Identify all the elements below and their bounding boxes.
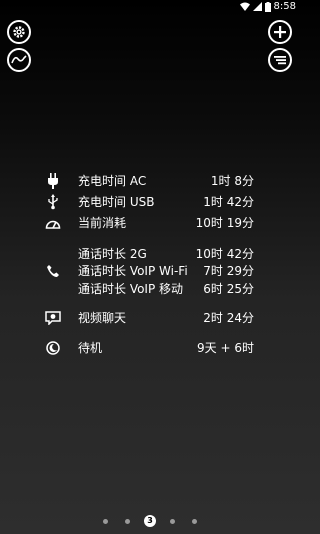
graph-button[interactable]: [7, 48, 31, 72]
page-indicator: 3: [0, 514, 300, 530]
stat-row-call-voip-mobile: 通话时长 VoIP 移动 6时 25分: [0, 280, 300, 298]
stat-label: 待机: [78, 341, 103, 355]
cellular-icon: [252, 2, 262, 11]
list-menu-icon: [274, 56, 286, 65]
graph-icon: [11, 55, 27, 64]
stat-value: 1时 42分: [203, 195, 254, 209]
video-chat-icon: [44, 309, 62, 327]
page-dot-active[interactable]: 3: [144, 515, 156, 527]
page-dot[interactable]: [125, 519, 130, 524]
stat-value: 2时 24分: [203, 311, 254, 325]
stat-row-charge-usb: 充电时间 USB 1时 42分: [0, 193, 300, 211]
standby-moon-icon: [44, 339, 62, 357]
stat-value: 10时 42分: [195, 247, 254, 261]
stat-value: 9天 + 6时: [197, 341, 254, 355]
stat-row-video-chat: 视频聊天 2时 24分: [0, 309, 300, 327]
page-dot[interactable]: [170, 519, 175, 524]
gauge-icon: [44, 214, 62, 232]
status-bar: 8:58: [0, 0, 300, 14]
stat-row-call-2g: 通话时长 2G 10时 42分: [0, 245, 300, 263]
stat-label: 视频聊天: [78, 311, 127, 325]
stat-label: 通话时长 2G: [78, 247, 147, 261]
settings-icon: [13, 26, 25, 38]
stat-label: 充电时间 AC: [78, 174, 147, 188]
wifi-icon: [239, 2, 250, 11]
page-dot[interactable]: [103, 519, 108, 524]
stat-row-call-voip-wifi: 通话时长 VoIP Wi-Fi 7时 29分: [0, 262, 300, 280]
add-button[interactable]: [268, 20, 292, 44]
stat-value: 6时 25分: [203, 282, 254, 296]
usb-icon: [44, 193, 62, 211]
stat-label: 通话时长 VoIP Wi-Fi: [78, 264, 188, 278]
stat-row-charge-ac: 充电时间 AC 1时 8分: [0, 172, 300, 190]
stat-label: 通话时长 VoIP 移动: [78, 282, 184, 296]
stat-value: 10时 19分: [195, 216, 254, 230]
stat-label: 充电时间 USB: [78, 195, 155, 209]
status-icons: 8:58: [239, 1, 296, 12]
stat-value: 1时 8分: [210, 174, 254, 188]
plug-icon: [44, 172, 62, 190]
settings-button[interactable]: [7, 20, 31, 44]
page-dot[interactable]: [192, 519, 197, 524]
status-time: 8:58: [273, 1, 296, 12]
stat-value: 7时 29分: [203, 264, 254, 278]
stat-row-standby: 待机 9天 + 6时: [0, 339, 300, 357]
add-icon: [274, 26, 286, 38]
battery-icon: [264, 1, 271, 12]
list-menu-button[interactable]: [268, 48, 292, 72]
stat-row-current-drain: 当前消耗 10时 19分: [0, 214, 300, 232]
stat-label: 当前消耗: [78, 216, 127, 230]
